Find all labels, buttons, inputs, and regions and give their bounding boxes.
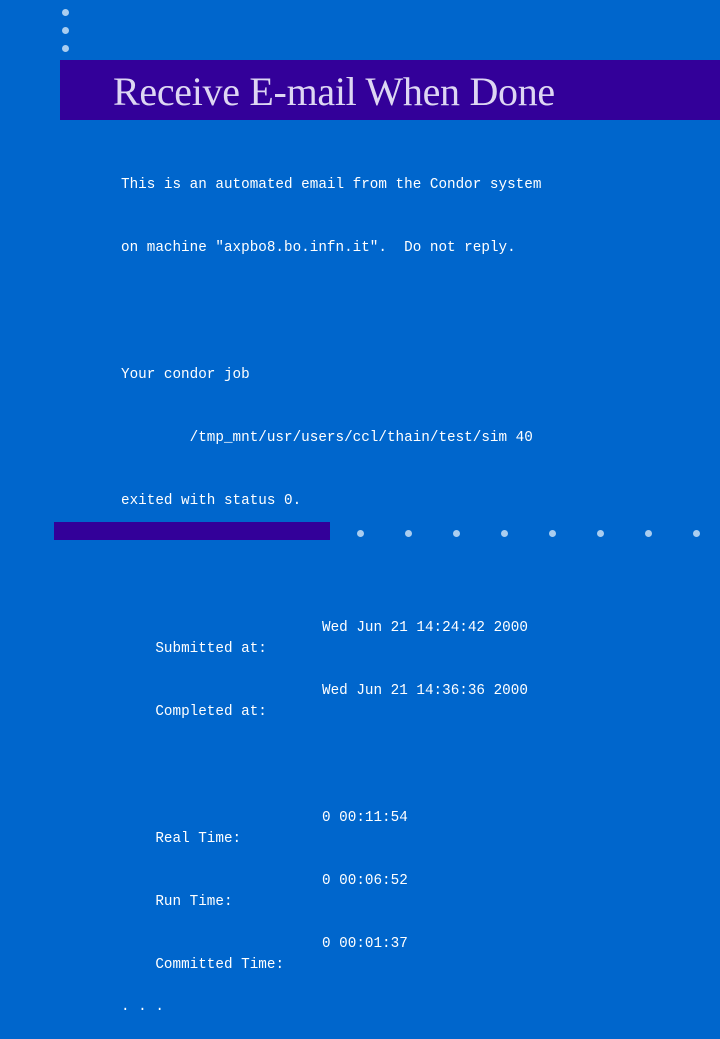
decor-dot: [549, 530, 556, 537]
intro-line: on machine "axpbo8.bo.infn.it". Do not r…: [121, 240, 516, 256]
slide-title: Receive E-mail When Done: [113, 69, 555, 114]
bottom-bar: [54, 522, 330, 540]
time-label: Real Time:: [155, 831, 242, 847]
decor-dot: [453, 530, 460, 537]
time-value: 0 00:01:37: [322, 936, 408, 952]
decor-dot: [62, 27, 69, 34]
timestamp-value: Wed Jun 21 14:36:36 2000: [322, 683, 528, 699]
email-body: This is an automated email from the Cond…: [121, 133, 541, 1039]
ellipsis: . . .: [121, 999, 164, 1015]
decor-dot: [693, 530, 700, 537]
time-row: Run Time: 0 00:06:52: [121, 871, 541, 910]
time-row: Real Time: 0 00:11:54: [121, 808, 541, 847]
job-line: exited with status 0.: [121, 493, 302, 509]
job-line: /tmp_mnt/usr/users/ccl/thain/test/sim 40: [121, 430, 533, 446]
timestamp-label: Completed at:: [155, 704, 267, 720]
decor-dot: [501, 530, 508, 537]
decor-dot: [645, 530, 652, 537]
timestamp-label: Submitted at:: [155, 641, 267, 657]
decor-dot: [357, 530, 364, 537]
title-bar: Receive E-mail When Done: [60, 60, 720, 120]
timestamp-row: Submitted at: Wed Jun 21 14:24:42 2000: [121, 618, 541, 657]
decor-dot: [405, 530, 412, 537]
intro-line: This is an automated email from the Cond…: [121, 177, 542, 193]
time-row: Committed Time: 0 00:01:37: [121, 934, 541, 973]
time-value: 0 00:11:54: [322, 810, 408, 826]
decor-dot: [597, 530, 604, 537]
timestamp-row: Completed at: Wed Jun 21 14:36:36 2000: [121, 681, 541, 720]
time-label: Committed Time:: [155, 957, 285, 973]
timestamp-value: Wed Jun 21 14:24:42 2000: [322, 620, 528, 636]
time-value: 0 00:06:52: [322, 873, 408, 889]
decor-dot: [62, 9, 69, 16]
job-line: Your condor job: [121, 367, 250, 383]
time-label: Run Time:: [155, 894, 233, 910]
decor-dot: [62, 45, 69, 52]
